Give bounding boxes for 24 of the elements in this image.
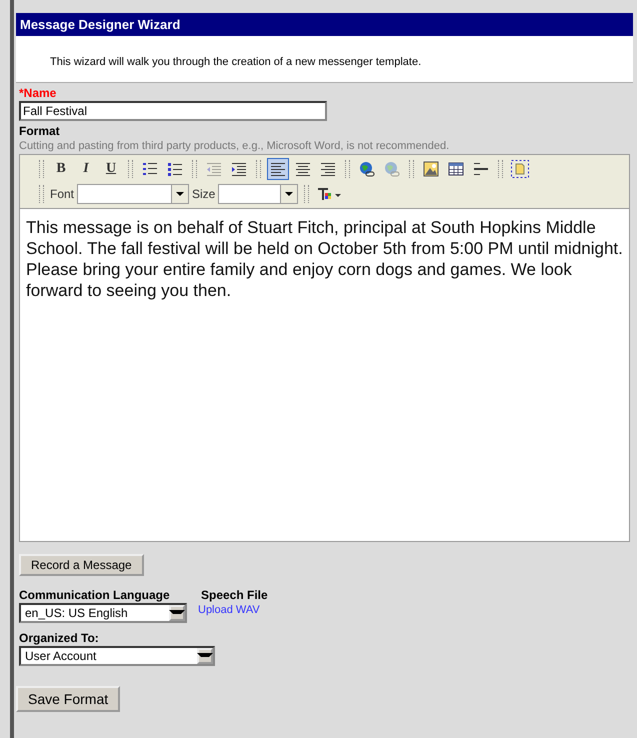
- language-select[interactable]: en_US: US English: [19, 603, 187, 623]
- wizard-title: Message Designer Wizard: [16, 13, 633, 36]
- format-label: Format: [19, 124, 61, 138]
- upload-wav-link[interactable]: Upload WAV: [198, 604, 271, 616]
- language-label: Communication Language: [19, 588, 171, 602]
- format-hint: Cutting and pasting from third party products, e.g., Microsoft Word, is not recommended.: [19, 140, 450, 152]
- speech-file-label: Speech File: [201, 588, 268, 602]
- numbered-list-icon: [142, 161, 158, 177]
- align-left-button[interactable]: [267, 158, 289, 180]
- name-field[interactable]: Fall Festival: [19, 101, 327, 121]
- size-label: Size: [192, 187, 216, 201]
- bold-button[interactable]: B: [50, 158, 72, 180]
- intro-text: This wizard will walk you through the creation of a new messenger template.: [50, 56, 422, 68]
- name-label: *Name: [19, 86, 58, 100]
- message-body[interactable]: This message is on behalf of Stuart Fitch, principal at South Hopkins Middle School. The fall festival will be held on October 5th from 5:00 PM until midnight. Please bring your entire family and enjoy corn dogs and games. We look forward to seeing you then.: [20, 209, 629, 541]
- organized-to-select[interactable]: User Account: [19, 646, 215, 666]
- underline-button[interactable]: U: [100, 158, 122, 180]
- rule-icon: [473, 161, 489, 177]
- font-label: Font: [50, 187, 74, 201]
- italic-button[interactable]: I: [75, 158, 97, 180]
- template-button[interactable]: [509, 158, 531, 180]
- organized-to-label: Organized To:: [19, 631, 100, 645]
- save-format-button[interactable]: Save Format: [16, 686, 120, 712]
- record-message-button[interactable]: Record a Message: [19, 554, 144, 576]
